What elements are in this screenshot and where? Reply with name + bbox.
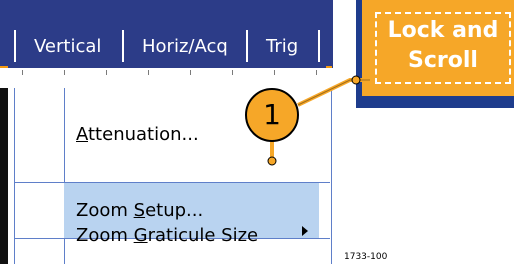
callout-dot: [267, 156, 277, 166]
callout-leader-line: [297, 78, 370, 107]
figure-id: 1733-100: [344, 252, 388, 262]
callout-dot: [351, 75, 361, 85]
callout-number-badge: 1: [245, 88, 299, 142]
